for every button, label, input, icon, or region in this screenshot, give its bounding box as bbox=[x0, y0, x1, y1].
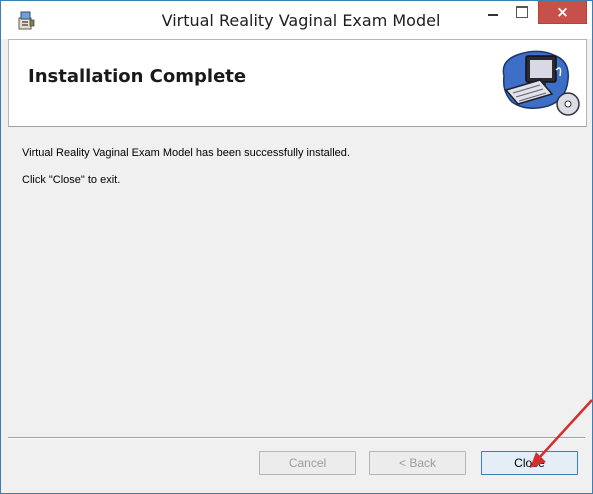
installer-app-icon bbox=[18, 11, 35, 30]
banner-title: Installation Complete bbox=[28, 66, 247, 87]
window-title: Virtual Reality Vaginal Exam Model bbox=[161, 11, 441, 30]
installer-window: Virtual Reality Vaginal Exam Model × Ins… bbox=[0, 0, 593, 494]
header-banner: Installation Complete bbox=[8, 39, 587, 127]
back-button[interactable]: < Back bbox=[369, 451, 466, 475]
content-area: Virtual Reality Vaginal Exam Model has b… bbox=[8, 127, 585, 437]
close-button[interactable]: Close bbox=[481, 451, 578, 475]
exit-instruction: Click "Close" to exit. bbox=[22, 174, 121, 186]
maximize-icon bbox=[516, 6, 528, 18]
window-close-button[interactable]: × bbox=[538, 1, 587, 24]
computer-setup-icon bbox=[502, 50, 580, 116]
minimize-button[interactable] bbox=[479, 1, 507, 25]
cancel-button[interactable]: Cancel bbox=[259, 451, 356, 475]
title-bar[interactable]: Virtual Reality Vaginal Exam Model × bbox=[1, 1, 592, 39]
maximize-button[interactable] bbox=[507, 1, 535, 25]
success-message: Virtual Reality Vaginal Exam Model has b… bbox=[22, 147, 350, 159]
minimize-icon bbox=[488, 14, 498, 16]
close-icon: × bbox=[556, 3, 569, 21]
footer-bar: Cancel < Back Close bbox=[8, 439, 585, 487]
